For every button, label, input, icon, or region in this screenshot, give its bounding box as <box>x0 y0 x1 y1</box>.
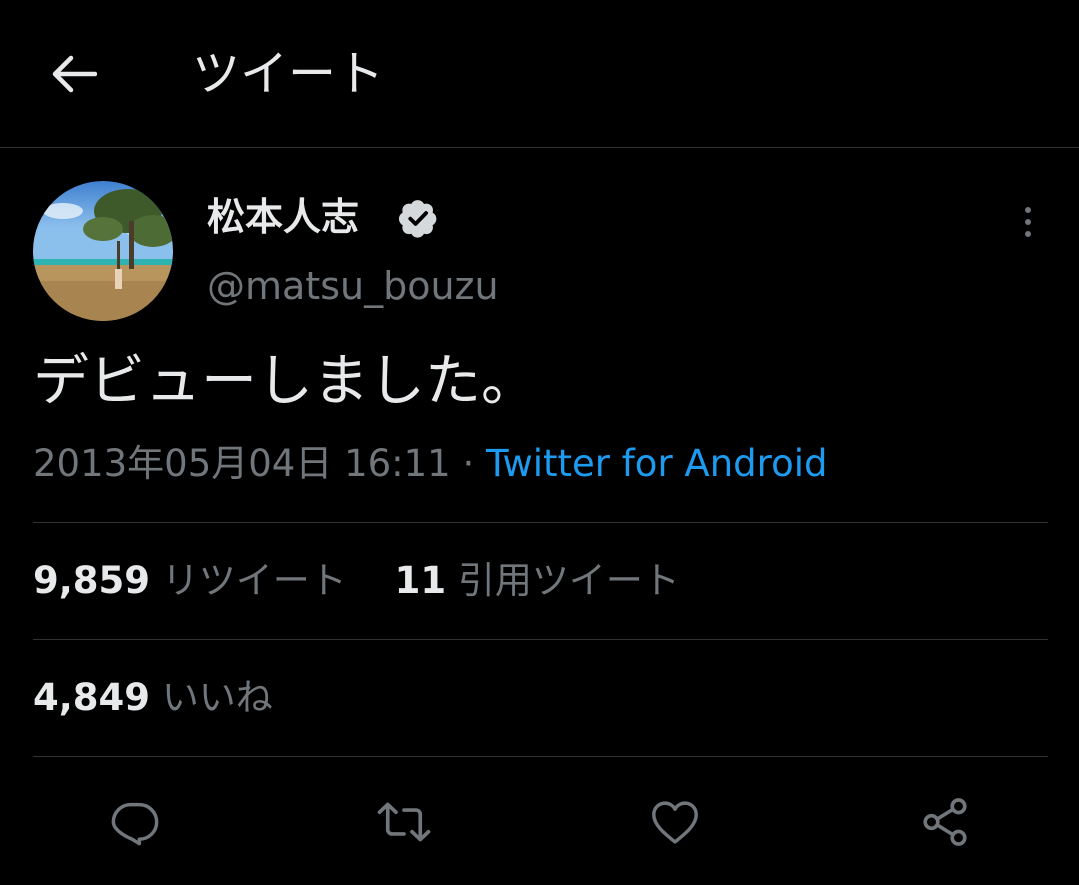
verified-badge-icon <box>398 200 437 238</box>
author-display-name[interactable]: 松本人志 <box>207 193 359 241</box>
retweet-button[interactable] <box>372 790 436 854</box>
reply-icon <box>111 802 159 846</box>
divider <box>33 522 1048 523</box>
avatar[interactable] <box>33 181 173 321</box>
share-icon <box>923 798 967 846</box>
retweet-icon <box>377 802 431 842</box>
page-title: ツイート <box>192 46 385 102</box>
retweets-stat[interactable]: 9,859 リツイート <box>33 559 359 602</box>
more-dot-icon <box>1025 231 1031 237</box>
top-bar: ツイート <box>0 0 1079 148</box>
header-divider <box>0 147 1079 148</box>
divider <box>33 639 1048 640</box>
tweet-meta: 2013年05月04日 16:11 · Twitter for Android <box>33 440 827 488</box>
tweet-source-link[interactable]: Twitter for Android <box>486 442 827 485</box>
tweet-text: デビューしました。 <box>33 349 537 414</box>
likes-stats-row: 4,849 いいね <box>33 674 309 722</box>
like-icon <box>652 801 698 844</box>
more-dot-icon <box>1025 207 1031 213</box>
quotes-label: 引用ツイート <box>457 559 680 602</box>
meta-separator: · <box>462 442 475 485</box>
likes-label: いいね <box>161 676 273 719</box>
quotes-count: 11 <box>394 559 447 602</box>
action-bar <box>0 790 1079 854</box>
retweets-label: リツイート <box>161 559 347 602</box>
likes-count: 4,849 <box>33 676 151 719</box>
author-handle[interactable]: @matsu_bouzu <box>207 262 499 310</box>
more-options-button[interactable] <box>1008 200 1048 244</box>
likes-stat[interactable]: 4,849 いいね <box>33 676 273 719</box>
retweets-count: 9,859 <box>33 559 151 602</box>
retweet-stats-row: 9,859 リツイート 11 引用ツイート <box>33 557 716 605</box>
share-button[interactable] <box>913 790 977 854</box>
tweet-timestamp[interactable]: 2013年05月04日 16:11 <box>33 442 451 485</box>
quotes-stat[interactable]: 11 引用ツイート <box>395 559 680 602</box>
arrow-left-icon <box>52 55 97 93</box>
like-button[interactable] <box>643 790 707 854</box>
divider <box>33 756 1048 757</box>
more-dot-icon <box>1025 219 1031 225</box>
reply-button[interactable] <box>103 790 167 854</box>
avatar-image <box>33 181 173 321</box>
back-button[interactable] <box>46 46 102 102</box>
